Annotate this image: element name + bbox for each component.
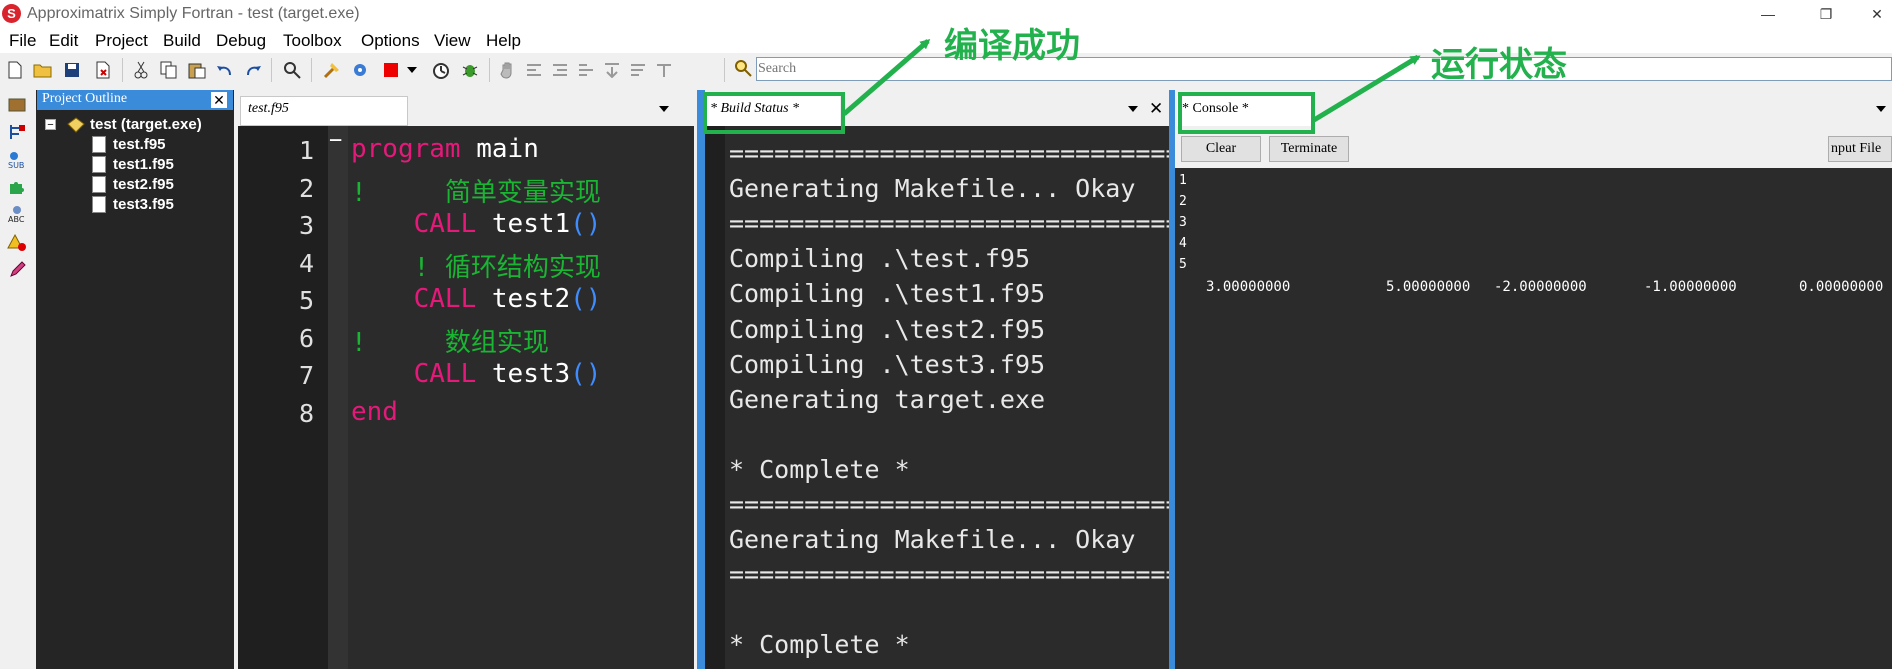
annotation-arrows: [842, 39, 1421, 123]
arrow-build: [842, 39, 931, 116]
arrow-console: [1312, 54, 1421, 123]
annotation-build-success: 编译成功: [944, 27, 1080, 65]
annotation-run-status: 运行状态: [1431, 46, 1567, 84]
